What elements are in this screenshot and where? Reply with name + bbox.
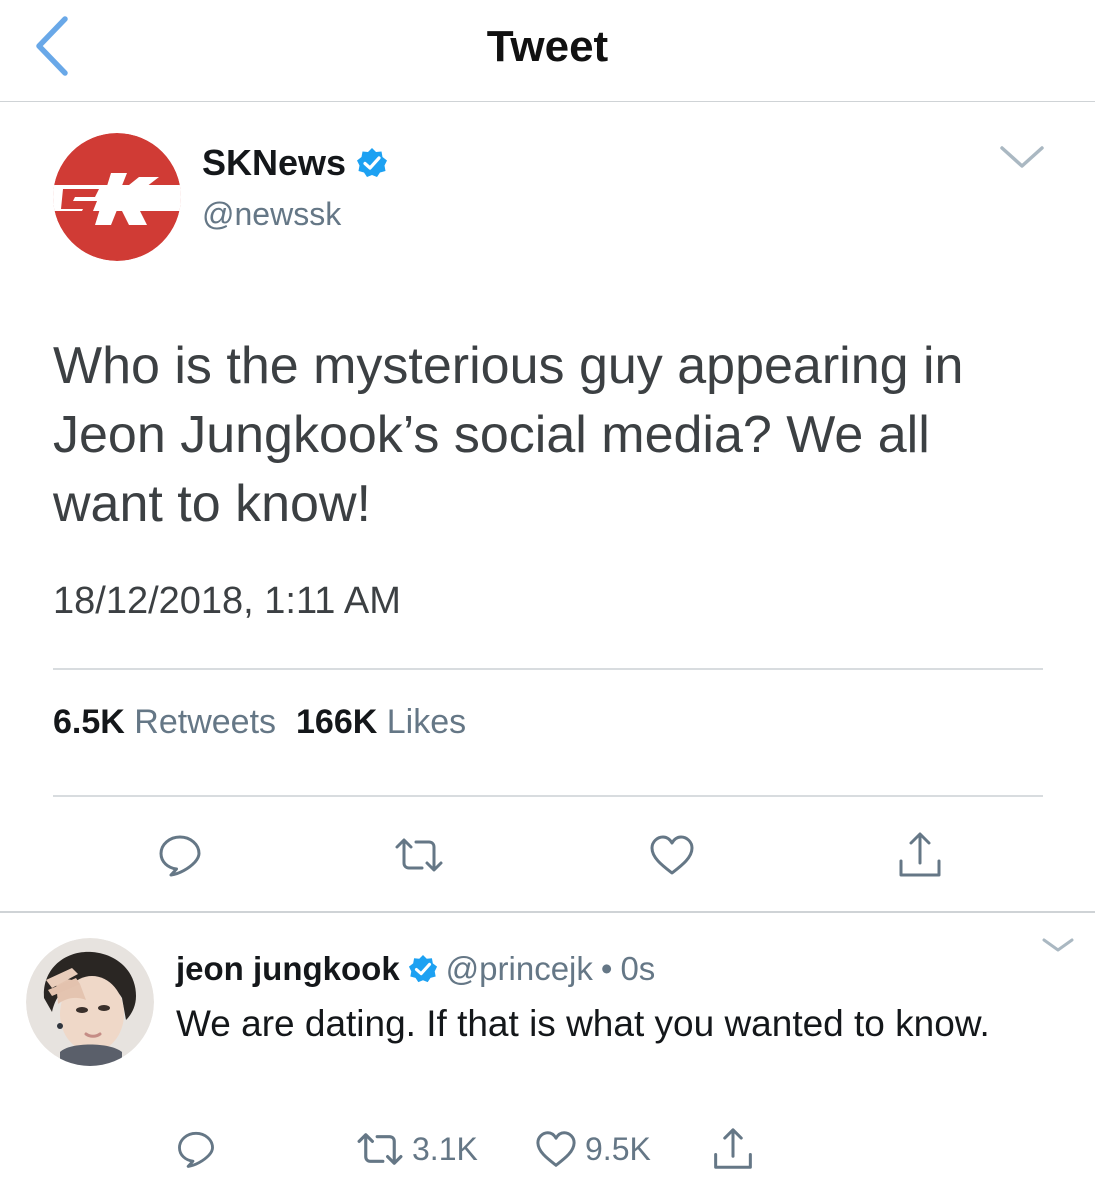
heart-icon	[650, 835, 694, 875]
verified-badge-icon	[357, 148, 388, 177]
share-icon	[714, 1128, 752, 1169]
tweet-text: Who is the mysterious guy appearing in J…	[53, 337, 964, 533]
sknews-logo-icon	[53, 133, 181, 261]
reply-header: jeon jungkook @princejk • 0s	[176, 950, 655, 988]
reply-author-handle[interactable]: @princejk	[446, 950, 593, 988]
section-divider	[0, 911, 1095, 913]
chevron-down-icon	[1042, 938, 1074, 952]
jungkook-avatar[interactable]	[26, 938, 154, 1066]
reply-icon	[178, 1131, 214, 1168]
retweet-icon	[357, 1133, 403, 1165]
reply-reply-button[interactable]	[176, 1126, 216, 1172]
reply-text: We are dating. If that is what you wante…	[176, 1003, 990, 1044]
reply-like-button[interactable]: 9.5K	[535, 1126, 651, 1172]
reply-like-count: 9.5K	[585, 1130, 651, 1167]
reply-author-name[interactable]: jeon jungkook	[176, 950, 400, 988]
reply-retweet-count: 3.1K	[412, 1130, 478, 1167]
share-icon	[899, 832, 941, 877]
chevron-down-icon	[1000, 146, 1044, 168]
likes-stat[interactable]: 166K Likes	[296, 703, 466, 742]
share-button[interactable]	[895, 830, 945, 880]
like-count: 166K	[296, 703, 378, 741]
like-button[interactable]	[647, 830, 697, 880]
reply-icon	[159, 835, 201, 877]
main-author-name-text: SKNews	[202, 142, 347, 183]
retweet-label: Retweets	[134, 703, 277, 741]
sknews-avatar[interactable]	[53, 133, 181, 261]
retweet-icon	[395, 838, 443, 872]
meta-separator: •	[600, 950, 613, 987]
heart-icon	[536, 1131, 576, 1167]
retweet-count: 6.5K	[53, 703, 125, 741]
page-title: Tweet	[486, 22, 609, 71]
divider	[53, 795, 1043, 797]
verified-badge-icon	[408, 954, 437, 983]
main-author-name[interactable]: SKNews	[202, 142, 388, 184]
profile-photo-icon	[26, 938, 154, 1066]
reply-time: 0s	[620, 950, 656, 987]
tweet-options-button[interactable]	[998, 138, 1046, 174]
divider	[53, 668, 1043, 670]
main-author-handle[interactable]: @newssk	[202, 196, 341, 233]
top-nav-bar: Tweet	[0, 0, 1095, 102]
reply-retweet-button[interactable]: 3.1K	[356, 1126, 478, 1172]
retweets-stat[interactable]: 6.5K Retweets	[53, 703, 276, 742]
tweet-detail-page: Tweet SKNews @newssk Who is the mysterio…	[0, 0, 1095, 1200]
retweet-button[interactable]	[394, 830, 444, 880]
reply-button[interactable]	[155, 830, 205, 880]
reply-share-button[interactable]	[712, 1126, 754, 1172]
like-label: Likes	[386, 703, 467, 741]
tweet-timestamp: 18/12/2018, 1:11 AM	[53, 580, 401, 622]
reply-options-button[interactable]	[1040, 932, 1076, 958]
engagement-stats: 6.5K Retweets 166K Likes	[53, 703, 466, 742]
